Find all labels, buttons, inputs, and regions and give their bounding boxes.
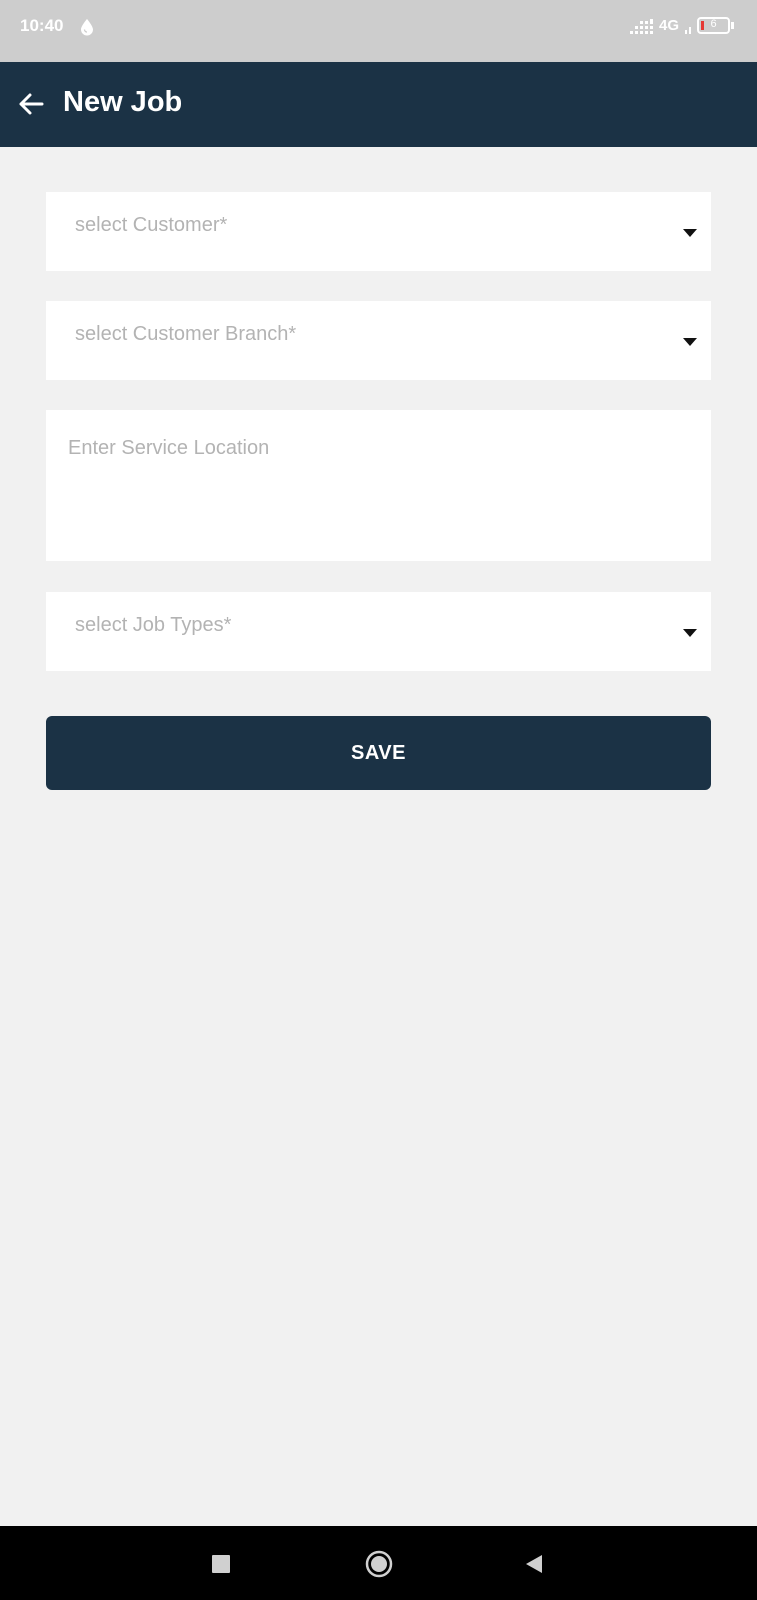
status-bar: 10:40 4G 6 [0,0,757,62]
customer-branch-select-placeholder: select Customer Branch* [75,323,297,345]
job-types-select-placeholder: select Job Types* [75,614,232,636]
service-location-input[interactable]: Enter Service Location [46,410,711,561]
customer-select-placeholder: select Customer* [75,214,228,236]
circle-home-icon[interactable] [365,1550,393,1578]
network-type-label: 4G [659,17,680,34]
app-bar: New Job [0,62,757,147]
battery-level: 6 [710,18,717,30]
battery-tip [731,22,734,29]
mobile-data-icon [685,27,691,34]
customer-branch-select[interactable]: select Customer Branch* [46,301,711,380]
arrow-left-icon[interactable] [16,89,46,119]
save-button[interactable]: SAVE [46,716,711,790]
job-types-select[interactable]: select Job Types* [46,592,711,671]
droplet-icon [81,19,93,36]
system-nav-bar [0,1526,757,1600]
dropdown-caret-icon [683,229,697,237]
battery-icon: 6 [697,17,730,34]
square-recents-icon[interactable] [212,1555,230,1573]
status-time: 10:40 [20,16,64,35]
page-title: New Job [63,86,183,118]
dropdown-caret-icon [683,338,697,346]
dropdown-caret-icon [683,629,697,637]
signal-icon [630,19,653,34]
customer-select[interactable]: select Customer* [46,192,711,271]
triangle-back-icon[interactable] [524,1554,544,1574]
service-location-placeholder: Enter Service Location [68,437,270,459]
